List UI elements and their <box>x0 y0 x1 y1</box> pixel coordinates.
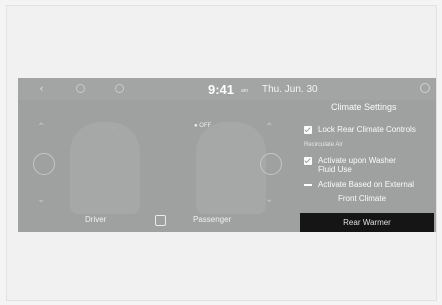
status-bar: ‹ 9:41 am Thu. Jun. 30 <box>18 78 436 100</box>
panel-title: Climate Settings <box>331 102 397 112</box>
driver-temp-up-icon[interactable]: ⌃ <box>37 122 45 133</box>
climate-settings-panel: Climate Settings Lock Rear Climate Contr… <box>300 100 436 232</box>
seat-icon[interactable] <box>155 215 166 226</box>
front-climate-button[interactable]: Front Climate <box>338 194 386 203</box>
passenger-temp-dial[interactable] <box>260 153 282 175</box>
lock-rear-climate-label: Lock Rear Climate Controls <box>318 125 416 134</box>
clock-time: 9:41 <box>208 82 235 97</box>
passenger-label[interactable]: Passenger <box>193 215 231 224</box>
settings-icon[interactable] <box>420 83 430 93</box>
date-display: Thu. Jun. 30 <box>262 84 318 95</box>
rear-warmer-label: Rear Warmer <box>343 218 391 227</box>
rear-warmer-button[interactable]: Rear Warmer <box>300 213 434 232</box>
clock-suffix: am <box>241 88 248 94</box>
washer-fluid-row[interactable]: Activate upon Washer Fluid Use <box>304 156 408 174</box>
driver-temp-dial[interactable] <box>33 153 55 175</box>
navigation-icon[interactable] <box>115 84 124 93</box>
passenger-seat-graphic <box>196 122 266 214</box>
driver-seat-graphic <box>70 122 140 214</box>
climate-screen: ‹ 9:41 am Thu. Jun. 30 ⤳ ● OFF ⌃ ⌄ ⌃ ⌄ D… <box>18 78 436 232</box>
washer-fluid-checkbox[interactable] <box>304 157 312 165</box>
driver-temp-down-icon[interactable]: ⌄ <box>37 194 45 205</box>
passenger-temp-up-icon[interactable]: ⌃ <box>265 122 273 133</box>
lock-rear-climate-checkbox[interactable] <box>304 126 312 134</box>
external-air-label: Activate Based on External <box>318 180 415 189</box>
lock-rear-climate-row[interactable]: Lock Rear Climate Controls <box>304 125 416 134</box>
washer-fluid-label: Activate upon Washer Fluid Use <box>318 156 396 174</box>
seat-climate-area: ⤳ ● OFF ⌃ ⌄ ⌃ ⌄ Driver Passenger <box>18 100 298 232</box>
home-icon[interactable] <box>76 84 85 93</box>
external-air-row[interactable]: Activate Based on External <box>304 180 414 189</box>
driver-label[interactable]: Driver <box>85 215 106 224</box>
back-icon[interactable]: ‹ <box>40 84 43 93</box>
recirculate-heading: Recirculate Air <box>304 142 343 148</box>
passenger-temp-down-icon[interactable]: ⌄ <box>265 194 273 205</box>
external-air-indicator[interactable] <box>304 184 312 186</box>
